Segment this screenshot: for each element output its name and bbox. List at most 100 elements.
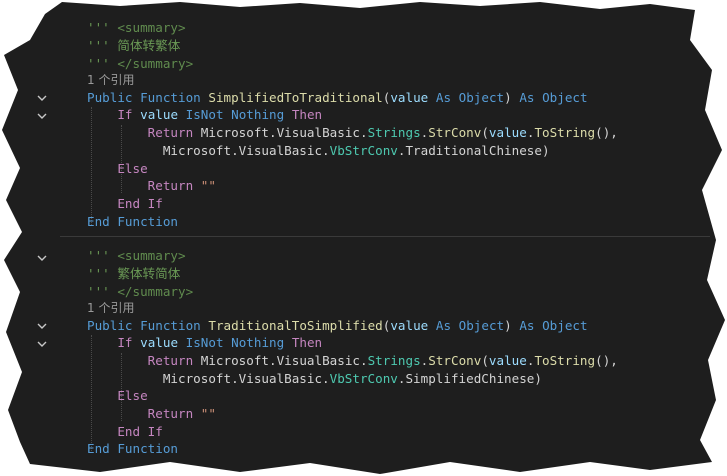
- type-name: Object: [458, 90, 505, 105]
- call-tail: (),: [595, 125, 618, 140]
- if-statement-line[interactable]: If value IsNot Nothing Then: [87, 334, 322, 352]
- keyword-function: Function: [140, 318, 201, 333]
- keyword-nothing: Nothing: [231, 335, 285, 350]
- return-type: Object: [542, 318, 588, 333]
- comment-text: 简体转繁体: [117, 38, 181, 53]
- keyword-as: As: [519, 90, 535, 105]
- keyword-end-if: End If: [117, 424, 163, 439]
- identifier: value: [140, 107, 179, 122]
- comment-prefix: ''': [87, 284, 118, 299]
- comment-prefix: ''': [87, 248, 118, 263]
- doc-comment-line[interactable]: ''' <summary>: [87, 247, 186, 265]
- parameter-name: value: [390, 90, 429, 105]
- chevron-down-icon[interactable]: [35, 319, 49, 333]
- enum-member: .TraditionalChinese): [397, 143, 550, 158]
- keyword-return: Return: [147, 125, 194, 140]
- xml-tag: </summary>: [117, 284, 194, 299]
- identifier: value: [140, 335, 179, 350]
- string-literal: "": [200, 178, 216, 193]
- enum-member: .SimplifiedChinese): [397, 371, 542, 386]
- end-function-line[interactable]: End Function: [87, 440, 178, 458]
- else-line[interactable]: Else: [87, 160, 148, 178]
- return-type: Object: [542, 90, 588, 105]
- keyword-else: Else: [117, 161, 148, 176]
- parameter-name: value: [390, 318, 429, 333]
- type-name: Object: [458, 318, 505, 333]
- keyword-isnot: IsNot: [185, 107, 224, 122]
- return-statement-line[interactable]: Return "": [87, 405, 216, 423]
- keyword-then: Then: [291, 335, 323, 350]
- open-paren: (: [481, 353, 489, 368]
- keyword-end-if: End If: [117, 196, 163, 211]
- continuation-line[interactable]: Microsoft.VisualBasic.VbStrConv.Traditio…: [87, 142, 550, 160]
- codelens-references[interactable]: 1 个引用: [87, 299, 134, 317]
- comment-prefix: ''': [87, 56, 118, 71]
- keyword-as: As: [519, 318, 535, 333]
- enum-name: VbStrConv: [329, 371, 398, 386]
- method-separator: [60, 236, 710, 237]
- open-paren: (: [481, 125, 489, 140]
- keyword-public: Public: [87, 318, 133, 333]
- return-statement-line[interactable]: Return "": [87, 177, 216, 195]
- doc-comment-line[interactable]: ''' <summary>: [87, 19, 186, 37]
- return-statement-line[interactable]: Return Microsoft.VisualBasic.Strings.Str…: [87, 124, 618, 142]
- doc-comment-line[interactable]: ''' 繁体转简体: [87, 265, 180, 283]
- end-if-line[interactable]: End If: [87, 195, 163, 213]
- close-paren: ): [504, 90, 512, 105]
- end-function-line[interactable]: End Function: [87, 213, 178, 231]
- call-tail: (),: [595, 353, 618, 368]
- xml-tag: </summary>: [117, 56, 194, 71]
- keyword-then: Then: [291, 107, 323, 122]
- argument: value: [488, 353, 527, 368]
- comment-text: 繁体转简体: [117, 266, 181, 281]
- keyword-return: Return: [147, 406, 194, 421]
- keyword-return: Return: [147, 178, 194, 193]
- keyword-return: Return: [147, 353, 194, 368]
- keyword-end-function: End Function: [87, 214, 178, 229]
- chevron-down-icon[interactable]: [35, 337, 49, 351]
- function-name: TraditionalToSimplified: [208, 318, 383, 333]
- keyword-if: If: [117, 335, 133, 350]
- namespace: Microsoft.VisualBasic.: [200, 125, 368, 140]
- comment-prefix: ''': [87, 20, 118, 35]
- xml-tag: <summary>: [117, 248, 186, 263]
- keyword-if: If: [117, 107, 133, 122]
- xml-tag: <summary>: [117, 20, 186, 35]
- function-name: SimplifiedToTraditional: [208, 90, 383, 105]
- namespace: Microsoft.VisualBasic.: [162, 371, 330, 386]
- argument: value: [488, 125, 527, 140]
- if-statement-line[interactable]: If value IsNot Nothing Then: [87, 106, 322, 124]
- chevron-down-icon[interactable]: [35, 109, 49, 123]
- namespace: Microsoft.VisualBasic.: [200, 353, 368, 368]
- method-call: StrConv: [428, 353, 482, 368]
- method-call: ToString: [534, 125, 596, 140]
- keyword-else: Else: [117, 388, 148, 403]
- else-line[interactable]: Else: [87, 387, 148, 405]
- keyword-as: As: [435, 318, 452, 333]
- chevron-down-icon[interactable]: [35, 91, 49, 105]
- class-name: Strings: [367, 353, 421, 368]
- close-paren: ): [504, 318, 512, 333]
- keyword-nothing: Nothing: [231, 107, 285, 122]
- method-call: StrConv: [428, 125, 482, 140]
- keyword-isnot: IsNot: [185, 335, 224, 350]
- chevron-down-icon[interactable]: [35, 251, 49, 265]
- end-if-line[interactable]: End If: [87, 423, 163, 441]
- string-literal: "": [200, 406, 216, 421]
- codelens-references[interactable]: 1 个引用: [87, 71, 134, 89]
- keyword-end-function: End Function: [87, 441, 178, 456]
- function-signature-line[interactable]: Public Function TraditionalToSimplified(…: [87, 317, 588, 335]
- class-name: Strings: [367, 125, 421, 140]
- return-statement-line[interactable]: Return Microsoft.VisualBasic.Strings.Str…: [87, 352, 618, 370]
- namespace: Microsoft.VisualBasic.: [162, 143, 330, 158]
- keyword-function: Function: [140, 90, 201, 105]
- comment-prefix: ''': [87, 38, 118, 53]
- function-signature-line[interactable]: Public Function SimplifiedToTraditional(…: [87, 89, 588, 107]
- keyword-as: As: [435, 90, 452, 105]
- method-call: ToString: [534, 353, 596, 368]
- doc-comment-line[interactable]: ''' 简体转繁体: [87, 37, 180, 55]
- enum-name: VbStrConv: [329, 143, 398, 158]
- continuation-line[interactable]: Microsoft.VisualBasic.VbStrConv.Simplifi…: [87, 370, 542, 388]
- code-editor[interactable]: ''' <summary> ''' 简体转繁体 ''' </summary> 1…: [0, 0, 727, 476]
- comment-prefix: ''': [87, 266, 118, 281]
